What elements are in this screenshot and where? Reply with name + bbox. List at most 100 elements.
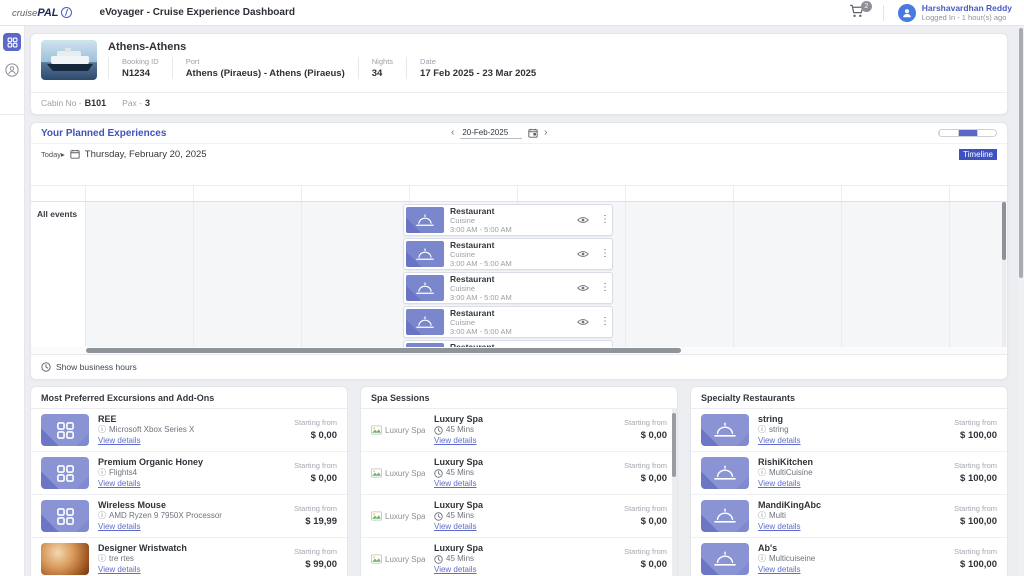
booking-field: Booking ID N1234	[108, 57, 172, 79]
time-header-cell	[302, 186, 410, 201]
logo-text-cruise: cruise	[12, 8, 37, 19]
sidebar-item-profile[interactable]	[5, 63, 19, 82]
item-name: Wireless Mouse	[98, 499, 285, 511]
broken-image-icon	[371, 554, 382, 564]
item-thumbnail: Luxury Spa	[371, 500, 425, 532]
timeline-horizontal-scrollbar[interactable]	[31, 347, 1007, 354]
item-meta: ⓘ 45 Mins	[434, 425, 615, 436]
quick-action-button[interactable]: Overview	[736, 40, 796, 90]
list-item: RishiKitchen ⓘ MultiCuisine View details…	[691, 452, 1007, 495]
event-card[interactable]: Restaurant Cuisine 3:00 AM - 5:00 AM ⋮	[403, 204, 613, 236]
list-item: Luxury Spa Luxury Spa ⓘ 45 Mins	[361, 409, 677, 452]
event-menu-button[interactable]: ⋮	[600, 317, 608, 327]
item-thumbnail: Luxury Spa	[371, 414, 425, 446]
view-details-link[interactable]: View details	[98, 436, 285, 447]
view-details-link[interactable]: View details	[758, 565, 945, 576]
info-icon: ⓘ	[98, 425, 106, 436]
view-details-link[interactable]: View details	[98, 522, 285, 533]
event-card[interactable]: Restaurant Cuisine 3:00 AM - 5:00 AM ⋮	[403, 272, 613, 304]
cart-button[interactable]: 2	[849, 4, 869, 22]
item-info: 45 Mins	[446, 511, 474, 522]
time-header-cell	[86, 186, 194, 201]
event-card[interactable]: Restaurant Cuisine 3:00 AM - 5:00 AM ⋮	[403, 340, 613, 347]
date-navigation: ‹ 20-Feb-2025 ›	[451, 128, 548, 139]
item-name: Premium Organic Honey	[98, 456, 285, 468]
view-toggle-button[interactable]	[977, 130, 996, 136]
sidebar-item-dashboard[interactable]	[3, 33, 21, 51]
view-details-link[interactable]: View details	[434, 565, 615, 576]
item-price: Starting from $ 0,00	[624, 418, 667, 442]
view-details-link[interactable]: View details	[434, 479, 615, 490]
view-event-button[interactable]	[577, 216, 589, 224]
view-details-link[interactable]: View details	[98, 565, 285, 576]
page-title: eVoyager - Cruise Experience Dashboard	[100, 7, 295, 18]
view-details-link[interactable]: View details	[758, 436, 945, 447]
view-details-link[interactable]: View details	[758, 479, 945, 490]
view-details-link[interactable]: View details	[434, 436, 615, 447]
date-prev-button[interactable]: ‹	[451, 128, 454, 138]
ship-thumbnail	[41, 40, 97, 80]
page-scrollbar[interactable]	[1018, 26, 1024, 576]
event-menu-button[interactable]: ⋮	[600, 283, 608, 293]
event-card[interactable]: Restaurant Cuisine 3:00 AM - 5:00 AM ⋮	[403, 238, 613, 270]
event-card[interactable]: Restaurant Cuisine 3:00 AM - 5:00 AM ⋮	[403, 306, 613, 338]
item-thumbnail	[701, 457, 749, 489]
view-toggle-button[interactable]	[939, 130, 958, 136]
item-text: Premium Organic Honey ⓘ Flights4 View de…	[98, 456, 285, 490]
price-value: $ 0,00	[624, 558, 667, 571]
view-event-button[interactable]	[577, 250, 589, 258]
field-label: Port	[186, 57, 345, 66]
avatar[interactable]	[898, 4, 916, 22]
info-icon: ⓘ	[98, 554, 106, 565]
planner-title: Your Planned Experiences	[41, 128, 166, 139]
event-text: Restaurant Cuisine 3:00 AM - 5:00 AM	[450, 274, 571, 303]
date-input[interactable]: 20-Feb-2025	[460, 128, 522, 139]
date-next-button[interactable]: ›	[544, 128, 547, 138]
list-item: Wireless Mouse ⓘ AMD Ryzen 9 7950X Proce…	[31, 495, 347, 538]
booking-field: Nights 34	[358, 57, 406, 79]
event-menu-button[interactable]: ⋮	[600, 215, 608, 225]
eye-icon	[577, 284, 589, 292]
time-header-cell	[410, 186, 518, 201]
field-label: Date	[420, 57, 536, 66]
quick-action-button[interactable]: Spa	[803, 40, 863, 90]
show-business-hours[interactable]: Show business hours	[31, 354, 1007, 378]
app-header: cruisePAL eVoyager - Cruise Experience D…	[0, 0, 1024, 26]
item-name: RishiKitchen	[758, 456, 945, 468]
view-details-link[interactable]: View details	[98, 479, 285, 490]
timeline-grid-column	[86, 202, 194, 347]
item-name: Ab's	[758, 542, 945, 554]
calendar-icon[interactable]	[528, 128, 538, 138]
item-meta: ⓘ string	[758, 425, 945, 436]
field-value: 34	[372, 68, 393, 79]
app-logo[interactable]: cruisePAL	[12, 7, 72, 19]
event-category: Cuisine	[450, 250, 571, 259]
item-info: Multi	[769, 511, 786, 522]
view-details-link[interactable]: View details	[434, 522, 615, 533]
price-value: $ 100,00	[954, 472, 997, 485]
view-details-link[interactable]: View details	[758, 522, 945, 533]
view-event-button[interactable]	[577, 284, 589, 292]
clock-icon	[434, 469, 443, 478]
event-thumbnail	[406, 241, 444, 267]
cloche-icon	[415, 248, 435, 261]
broken-image: Luxury Spa	[371, 425, 425, 435]
item-price: Starting from $ 100,00	[954, 418, 997, 442]
quick-action-button[interactable]: Restaurant	[870, 40, 930, 90]
view-toggle-button[interactable]	[958, 130, 977, 136]
panel: Most Preferred Excursions and Add-Ons	[30, 386, 348, 576]
event-title: Restaurant	[450, 274, 571, 284]
broken-image-icon	[371, 425, 382, 435]
dashboard-grid-icon	[7, 37, 18, 48]
timeline-vertical-scrollbar[interactable]	[1002, 202, 1006, 347]
event-menu-button[interactable]: ⋮	[600, 249, 608, 259]
user-name: Harshavardhan Reddy	[922, 3, 1012, 14]
item-text: MandiKingAbc ⓘ Multi View details	[758, 499, 945, 533]
item-thumbnail	[41, 500, 89, 532]
calendar-icon	[70, 149, 80, 159]
today-label[interactable]: Today▸	[41, 150, 65, 159]
item-meta: ⓘ MultiCuisine	[758, 468, 945, 479]
view-event-button[interactable]	[577, 318, 589, 326]
quick-action-button[interactable]: Excursions and Add-Ons	[937, 40, 997, 90]
item-price: Starting from $ 100,00	[954, 461, 997, 485]
